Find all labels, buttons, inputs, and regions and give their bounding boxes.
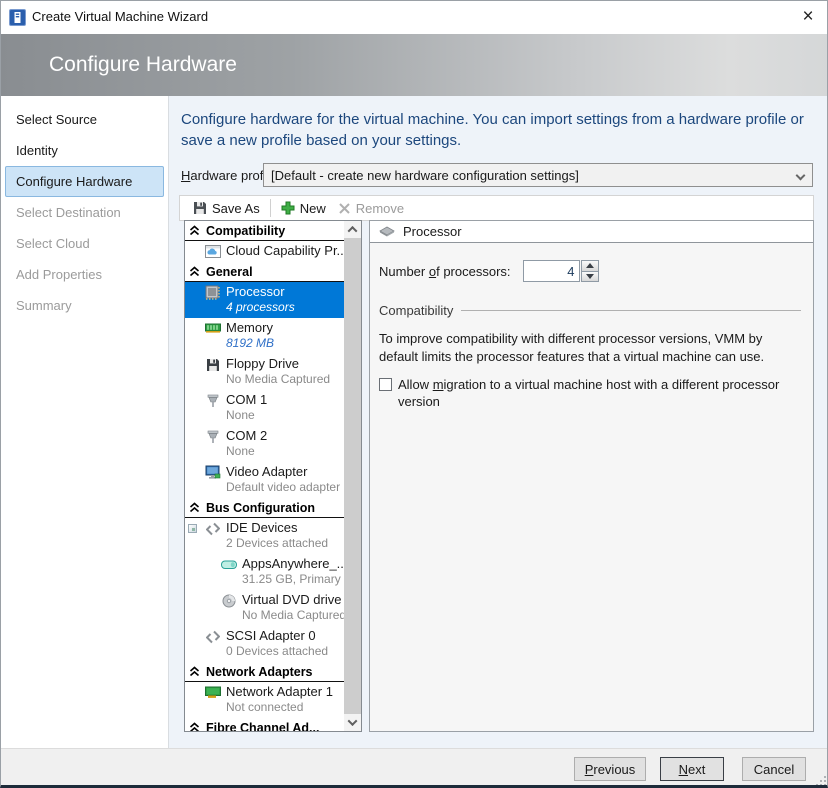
- scroll-down-icon[interactable]: [344, 714, 361, 731]
- tree-item-floppy-drive[interactable]: Floppy Drive No Media Captured: [185, 354, 345, 390]
- detail-panel-header: Processor: [370, 221, 813, 243]
- next-button[interactable]: Next: [660, 757, 724, 781]
- plus-icon: [281, 201, 295, 215]
- sidebar-item-summary[interactable]: Summary: [5, 290, 164, 321]
- collapse-double-chevron-icon: [189, 666, 200, 677]
- ide-devices-icon: [204, 521, 221, 536]
- network-adapter-icon: [204, 685, 221, 700]
- hardware-tree-panel: Compatibility Cloud Capability Pr...: [184, 220, 362, 732]
- wizard-footer: Previous Next Cancel: [1, 748, 828, 788]
- sidebar-item-configure-hardware[interactable]: Configure Hardware: [5, 166, 164, 197]
- scroll-up-icon[interactable]: [344, 221, 361, 238]
- tree-item-com2[interactable]: COM 2 None: [185, 426, 345, 462]
- scrollbar-thumb[interactable]: [344, 238, 361, 714]
- tree-expander-icon[interactable]: [188, 524, 197, 533]
- main-content: Configure hardware for the virtual machi…: [169, 96, 828, 748]
- tree-item-network-adapter-1[interactable]: Network Adapter 1 Not connected: [185, 682, 345, 718]
- sidebar-item-select-cloud[interactable]: Select Cloud: [5, 228, 164, 259]
- video-adapter-icon: [204, 465, 221, 480]
- processor-detail-panel: Processor Number of processors: Compatib…: [369, 220, 814, 732]
- processor-chip-icon: [378, 226, 396, 237]
- tree-item-scsi-adapter[interactable]: SCSI Adapter 0 0 Devices attached: [185, 626, 345, 662]
- remove-x-icon: [338, 202, 351, 215]
- processor-icon: [204, 285, 221, 300]
- compatibility-group: Compatibility: [379, 303, 801, 318]
- sidebar-item-select-destination[interactable]: Select Destination: [5, 197, 164, 228]
- create-vm-wizard-window: Create Virtual Machine Wizard × Configur…: [0, 0, 828, 788]
- chevron-down-icon: [796, 171, 806, 181]
- tree-item-ide-devices[interactable]: IDE Devices 2 Devices attached: [185, 518, 345, 554]
- group-divider: [461, 310, 801, 311]
- compatibility-group-label: Compatibility: [379, 303, 453, 318]
- tree-item-hard-disk[interactable]: AppsAnywhere_... 31.25 GB, Primary: [185, 554, 345, 590]
- resize-grip[interactable]: [814, 774, 826, 786]
- cancel-button[interactable]: Cancel: [742, 757, 806, 781]
- wizard-page-header: Configure Hardware: [1, 34, 828, 96]
- tree-item-processor[interactable]: Processor 4 processors: [185, 282, 345, 318]
- dvd-drive-icon: [220, 593, 237, 608]
- collapse-double-chevron-icon: [189, 225, 200, 236]
- tree-section-fibre-channel[interactable]: Fibre Channel Ad...: [185, 718, 345, 731]
- wizard-steps-sidebar: Select Source Identity Configure Hardwar…: [1, 96, 169, 748]
- close-icon[interactable]: ×: [793, 3, 823, 31]
- tree-item-cloud-capability[interactable]: Cloud Capability Pr...: [185, 241, 345, 262]
- tree-item-virtual-dvd-drive[interactable]: Virtual DVD drive No Media Captured: [185, 590, 345, 626]
- tree-section-network-adapters[interactable]: Network Adapters: [185, 662, 345, 682]
- tree-section-bus-configuration[interactable]: Bus Configuration: [185, 498, 345, 518]
- collapse-double-chevron-icon: [189, 266, 200, 277]
- sidebar-item-add-properties[interactable]: Add Properties: [5, 259, 164, 290]
- allow-migration-checkbox[interactable]: [379, 378, 392, 391]
- app-icon: [9, 9, 26, 26]
- tree-item-com1[interactable]: COM 1 None: [185, 390, 345, 426]
- save-as-button[interactable]: Save As: [187, 197, 266, 219]
- com-port-icon: [204, 429, 221, 444]
- intro-text: Configure hardware for the virtual machi…: [181, 109, 817, 151]
- hardware-tree: Compatibility Cloud Capability Pr...: [185, 221, 345, 731]
- scsi-adapter-icon: [204, 629, 221, 644]
- floppy-drive-icon: [204, 357, 221, 372]
- hard-disk-icon: [220, 557, 237, 572]
- number-of-processors-label: Number of processors:: [379, 264, 511, 279]
- com-port-icon: [204, 393, 221, 408]
- tree-item-video-adapter[interactable]: Video Adapter Default video adapter: [185, 462, 345, 498]
- new-button[interactable]: New: [275, 197, 332, 219]
- previous-button[interactable]: Previous: [574, 757, 646, 781]
- title-bar: Create Virtual Machine Wizard ×: [1, 1, 828, 34]
- tree-section-general[interactable]: General: [185, 262, 345, 282]
- stepper-up-icon[interactable]: [581, 260, 599, 272]
- cloud-capability-icon: [204, 244, 221, 259]
- detail-header-title: Processor: [403, 224, 462, 239]
- tree-item-memory[interactable]: Memory 8192 MB: [185, 318, 345, 354]
- hardware-profile-dropdown[interactable]: [Default - create new hardware configura…: [263, 163, 813, 187]
- window-title: Create Virtual Machine Wizard: [32, 9, 208, 24]
- memory-icon: [204, 321, 221, 336]
- save-icon: [193, 201, 207, 215]
- allow-migration-label: Allow migration to a virtual machine hos…: [398, 376, 809, 410]
- hardware-profile-value: [Default - create new hardware configura…: [271, 168, 579, 183]
- remove-button[interactable]: Remove: [332, 197, 410, 219]
- stepper-down-icon[interactable]: [581, 272, 599, 283]
- sidebar-item-identity[interactable]: Identity: [5, 135, 164, 166]
- collapse-double-chevron-icon: [189, 502, 200, 513]
- number-of-processors-row: Number of processors:: [379, 260, 813, 282]
- compatibility-description: To improve compatibility with different …: [379, 330, 801, 366]
- allow-migration-checkbox-row[interactable]: Allow migration to a virtual machine hos…: [379, 376, 809, 410]
- collapse-double-chevron-icon: [189, 722, 200, 731]
- processor-count-input[interactable]: [523, 260, 580, 282]
- page-title: Configure Hardware: [49, 34, 237, 96]
- profile-toolbar: Save As New Remove: [179, 195, 814, 221]
- tree-section-compatibility[interactable]: Compatibility: [185, 221, 345, 241]
- processor-count-stepper: [581, 260, 599, 282]
- toolbar-separator: [270, 199, 271, 217]
- tree-scrollbar[interactable]: [344, 221, 361, 731]
- sidebar-item-select-source[interactable]: Select Source: [5, 104, 164, 135]
